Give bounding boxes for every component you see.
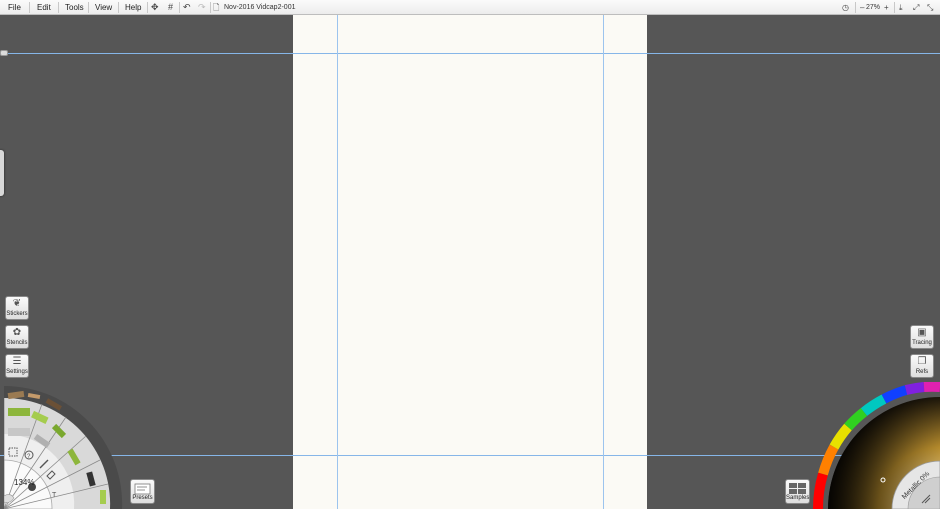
zoom-level: 27%	[866, 4, 881, 11]
undo-icon[interactable]: ↶	[183, 1, 191, 14]
separator	[855, 2, 856, 13]
samples-button[interactable]: Samples	[785, 479, 810, 504]
stencils-button[interactable]: ✿ Stencils	[5, 325, 29, 349]
drawing-canvas[interactable]	[293, 15, 647, 509]
color-picker[interactable]: Metallic 0%	[812, 382, 940, 509]
paint-tube-icon	[8, 408, 30, 416]
guide-line-vertical[interactable]	[337, 15, 338, 509]
menu-file[interactable]: File	[8, 2, 21, 13]
refs-button[interactable]: ❐ Refs	[910, 354, 934, 378]
pencil-icon	[8, 428, 30, 436]
fit-screen-icon[interactable]: ⤢	[913, 1, 919, 14]
separator	[118, 2, 119, 13]
zoom-in-icon[interactable]: +	[884, 1, 889, 14]
redo-icon[interactable]: ↷	[198, 1, 206, 14]
stencils-icon: ✿	[12, 327, 22, 338]
refs-label: Refs	[915, 369, 929, 375]
presets-button[interactable]: Presets	[130, 479, 155, 504]
menu-edit[interactable]: Edit	[37, 2, 51, 13]
references-icon: ❐	[917, 356, 927, 367]
brush-size-readout[interactable]: 134%	[14, 478, 34, 487]
timer-icon[interactable]: ◷	[842, 1, 849, 14]
presets-label: Presets	[132, 495, 153, 501]
tracing-icon: ▣	[917, 327, 927, 338]
felt-pen-icon	[100, 490, 106, 504]
transform-icon[interactable]: ✥	[151, 1, 159, 14]
sliders-icon: ☰	[12, 356, 22, 367]
document-title[interactable]: Nov-2016 Vidcap2-001	[224, 2, 295, 13]
separator	[210, 2, 211, 13]
presets-icon	[134, 483, 151, 495]
stickers-icon: ❦	[12, 298, 22, 309]
separator	[894, 2, 895, 13]
stickers-button[interactable]: ❦ Stickers	[5, 296, 29, 320]
tracing-label: Tracing	[912, 340, 932, 346]
guide-handle[interactable]	[0, 50, 8, 56]
menu-bar: File Edit Tools View Help ✥ # ↶ ↷ 🗋 Nov-…	[0, 0, 940, 15]
separator	[88, 2, 89, 13]
settings-button[interactable]: ☰ Settings	[5, 354, 29, 378]
separator	[147, 2, 148, 13]
menu-help[interactable]: Help	[125, 2, 141, 13]
stickers-label: Stickers	[6, 311, 28, 317]
menu-tools[interactable]: Tools	[65, 2, 84, 13]
guide-line-horizontal[interactable]	[0, 455, 940, 456]
document-icon: 🗋	[213, 3, 220, 12]
tool-palette[interactable]: ? T	[4, 384, 124, 509]
samples-label: Samples	[786, 495, 810, 501]
stencils-label: Stencils	[6, 340, 28, 346]
samples-icon	[789, 483, 806, 494]
separator	[58, 2, 59, 13]
fullscreen-icon[interactable]: ⤡	[927, 1, 933, 14]
separator	[179, 2, 180, 13]
separator	[29, 2, 30, 13]
guide-line-vertical[interactable]	[603, 15, 604, 509]
settings-label: Settings	[6, 369, 28, 375]
zoom-out-icon[interactable]: –	[860, 1, 864, 14]
guide-line-horizontal[interactable]	[0, 53, 940, 54]
tracing-button[interactable]: ▣ Tracing	[910, 325, 934, 349]
menu-view[interactable]: View	[95, 2, 112, 13]
download-icon[interactable]: ⤓	[899, 1, 903, 14]
grid-icon[interactable]: #	[168, 1, 173, 14]
text-tool-icon: T	[52, 492, 57, 499]
layers-panel-tab[interactable]	[0, 150, 4, 196]
